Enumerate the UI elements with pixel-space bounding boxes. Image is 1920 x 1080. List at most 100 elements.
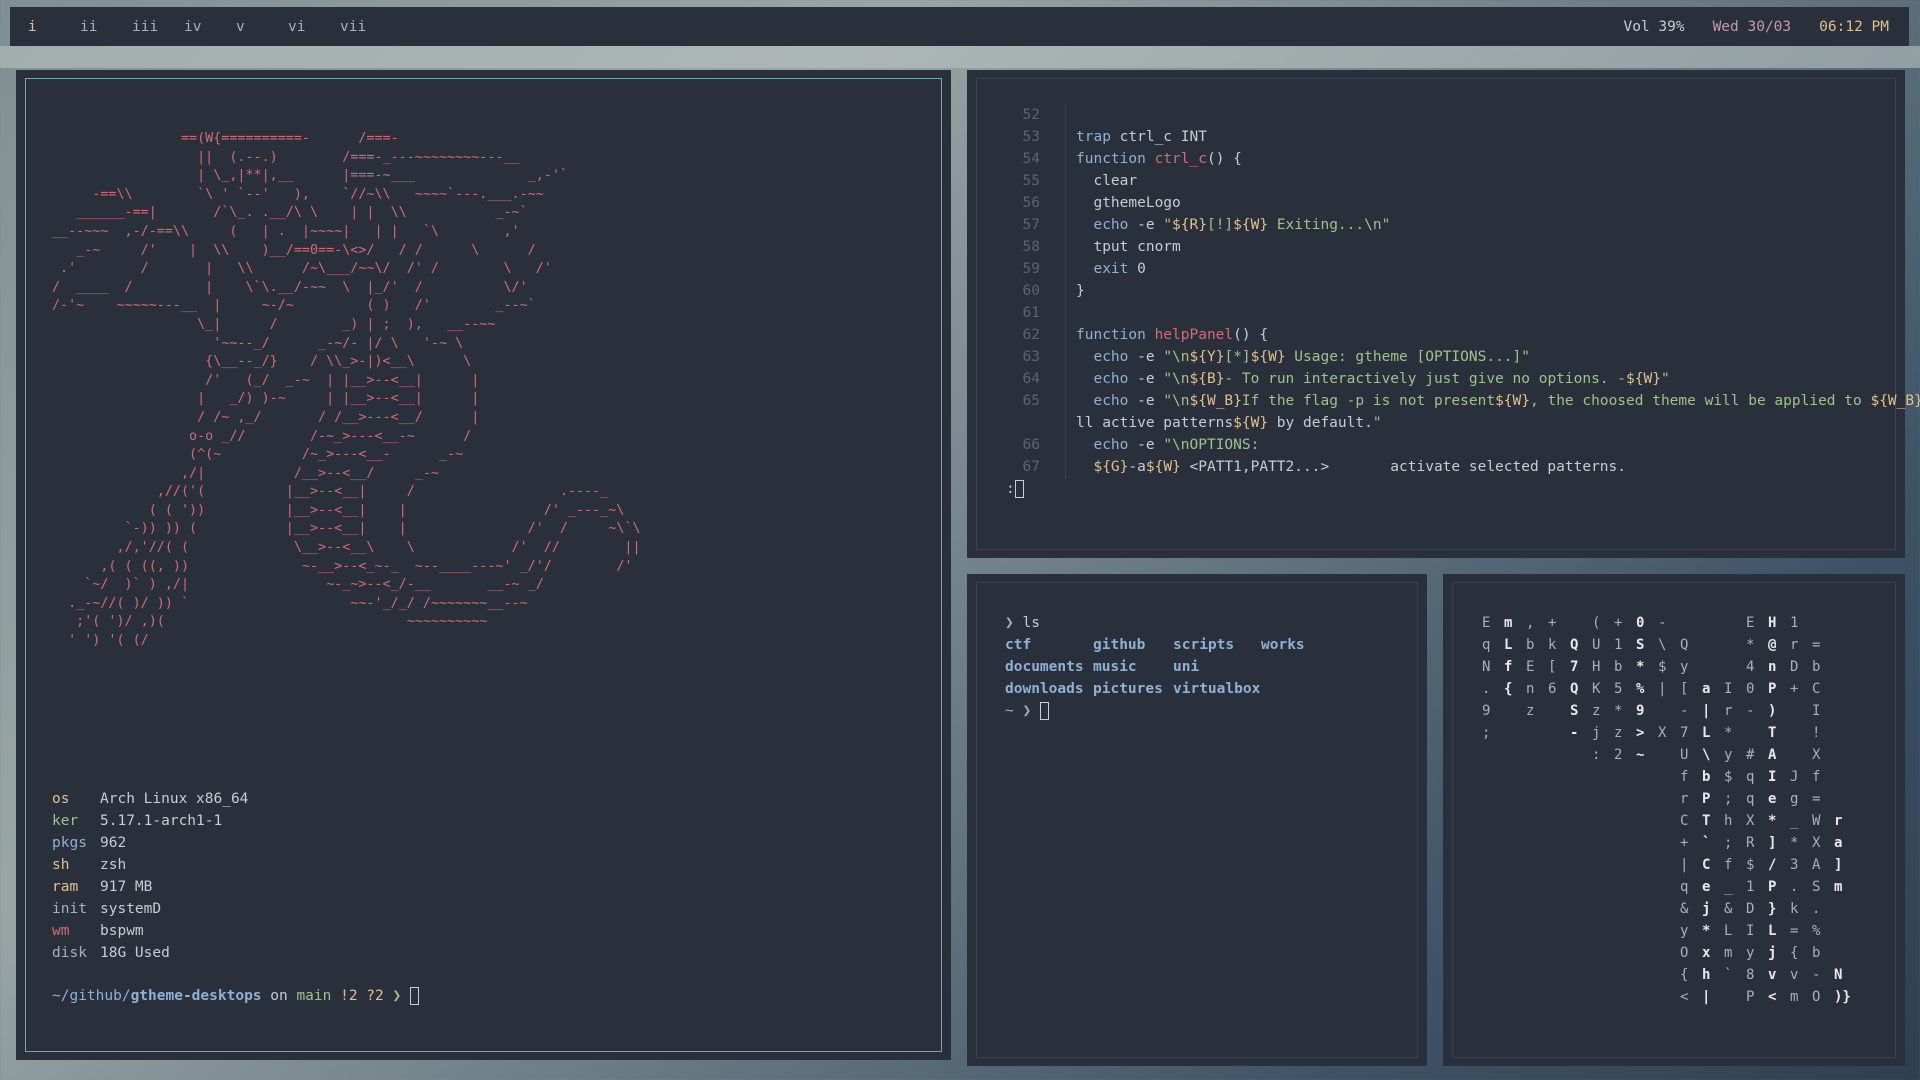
sysinfo-row-os: os Arch Linux x86_64 xyxy=(52,788,248,810)
sysinfo-key: init xyxy=(52,901,87,917)
sysinfo-value: systemD xyxy=(100,901,162,917)
ls-entry: scripts xyxy=(1173,637,1235,653)
volume-indicator[interactable]: Vol 39% xyxy=(1623,19,1684,35)
line-text: clear xyxy=(1076,173,1138,189)
matrix-column: + k [ 6 xyxy=(1548,615,1557,697)
ls-entry: works xyxy=(1261,637,1305,653)
command-cursor xyxy=(1014,480,1024,498)
sysinfo-row-pkgs: pkgs 962 xyxy=(52,832,248,854)
ascii-art-logo: ==(W{==========- /===- || (.--.) /===-_-… xyxy=(52,131,641,649)
matrix-column: ( U H K z j : xyxy=(1592,615,1601,763)
code-line: ll active patterns${W} by default." xyxy=(1000,412,1920,434)
sysinfo-key: ker xyxy=(52,813,79,829)
sysinfo-value: zsh xyxy=(100,857,127,873)
code-line: 53 trap ctrl_c INT xyxy=(1000,126,1920,148)
prompt-path-dir: gtheme-desktops xyxy=(130,988,262,1004)
line-number: 56 xyxy=(1022,195,1040,211)
ls-end-prompt[interactable]: ~ ❯ xyxy=(1005,700,1341,722)
ls-entry: downloads xyxy=(1005,681,1084,697)
line-number: 53 xyxy=(1022,129,1040,145)
workspace-7[interactable]: vii xyxy=(340,19,392,35)
code-line: 58 tput cnorm xyxy=(1000,236,1920,258)
matrix-column: 1 r D + J g _ * 3 . k = { v m xyxy=(1790,615,1799,1005)
matrix-column: Q y [ - 7 U f r C + | q & y O { < xyxy=(1680,637,1689,1005)
line-number: 67 xyxy=(1022,459,1040,475)
sysinfo-value: 962 xyxy=(100,835,127,851)
sysinfo-key: ram xyxy=(52,879,79,895)
ls-cursor xyxy=(1039,702,1049,720)
line-text: echo -e "\nOPTIONS: xyxy=(1093,437,1260,453)
code-line: 60} xyxy=(1000,280,1920,302)
line-text: echo -e "${R}[!]${W} Exiting...\n" xyxy=(1093,217,1391,233)
matrix-column: - \ $ | X xyxy=(1658,615,1667,741)
code-line: 62 function helpPanel() { xyxy=(1000,324,1920,346)
line-number xyxy=(1000,412,1076,434)
sysinfo-key: disk xyxy=(52,945,87,961)
text-cursor xyxy=(409,987,419,1005)
sysinfo-row-init: init systemD xyxy=(52,898,248,920)
ls-entry xyxy=(1261,656,1341,678)
line-number: 61 xyxy=(1022,305,1040,321)
date-indicator: Wed 30/03 xyxy=(1712,18,1792,35)
code-line: 61 xyxy=(1000,302,1920,324)
matrix-column: E * 4 0 - # q q X R $ 1 D I y 8 P xyxy=(1746,615,1755,1005)
matrix-column: m L f { xyxy=(1504,615,1513,697)
matrix-column: I r * y $ ; h ; f _ & L m ` xyxy=(1724,681,1733,983)
sysinfo-row-disk: disk 18G Used xyxy=(52,942,248,964)
ls-entries: ctf github scripts works documents music uni do… xyxy=(1005,634,1341,700)
sysinfo-value: 18G Used xyxy=(100,945,170,961)
workspace-3[interactable]: iii xyxy=(132,19,184,35)
ls-entry: ctf xyxy=(1005,637,1032,653)
matrix-column: , b E n z xyxy=(1526,615,1535,719)
ls-command: ls xyxy=(1022,615,1040,631)
ls-entry: uni xyxy=(1173,659,1200,675)
matrix-column: a | L \ b P T ` C e j * x h | xyxy=(1702,681,1711,1005)
line-number: 65 xyxy=(1022,393,1040,409)
line-number: 58 xyxy=(1022,239,1040,255)
prompt-git-status: !2 ?2 xyxy=(331,988,393,1004)
shell-prompt[interactable]: ~/github/gtheme-desktops on main !2 ?2 ❯ xyxy=(52,987,419,1005)
matrix-column: 0 S * % 9 > ~ xyxy=(1636,615,1645,763)
end-prompt-text: ~ ❯ xyxy=(1005,703,1040,719)
command-prompt: : xyxy=(1006,481,1015,497)
sysinfo-key: os xyxy=(52,791,70,807)
line-text: } xyxy=(1076,283,1085,299)
matrix-column: r a ] m N )} xyxy=(1834,813,1851,1005)
ls-entry: github xyxy=(1093,637,1146,653)
editor-command-line[interactable]: : xyxy=(1006,480,1024,498)
workspace-2[interactable]: ii xyxy=(80,19,132,35)
code-line: 65 echo -e "\n${W_B}If the flag -p is no… xyxy=(1000,390,1920,412)
line-number: 52 xyxy=(1022,107,1040,123)
ls-entry: virtualbox xyxy=(1173,681,1261,697)
line-text: function helpPanel() { xyxy=(1076,327,1269,343)
matrix-column: = b C I ! X f = W X A S . % b - O xyxy=(1812,637,1821,1005)
line-text: tput cnorm xyxy=(1076,239,1181,255)
line-text: ${G}-a${W} <PATT1,PATT2...> activate sel… xyxy=(1093,459,1626,475)
workspace-4[interactable]: iv xyxy=(184,19,236,35)
sysinfo-row-sh: sh zsh xyxy=(52,854,248,876)
ls-entry xyxy=(1261,678,1341,700)
workspace-6[interactable]: vi xyxy=(288,19,340,35)
code-view[interactable]: 52 53 trap ctrl_c INT 54 function ctrl_c() {… xyxy=(1000,104,1920,478)
line-text: function ctrl_c() { xyxy=(1076,151,1242,167)
code-line: 66 echo -e "\nOPTIONS: xyxy=(1000,434,1920,456)
wallpaper-top xyxy=(0,46,1920,68)
sysinfo-value: 917 MB xyxy=(100,879,153,895)
ls-output: ❯ ls ctf github scripts works documents music… xyxy=(1005,612,1341,722)
workspace-1[interactable]: i xyxy=(28,19,80,35)
code-line: 54 function ctrl_c() { xyxy=(1000,148,1920,170)
sysinfo-value: bspwm xyxy=(100,923,144,939)
sysinfo-row-ram: ram 917 MB xyxy=(52,876,248,898)
code-line: 67 ${G}-a${W} <PATT1,PATT2...> activate … xyxy=(1000,456,1920,478)
matrix-column: Q 7 Q S - xyxy=(1570,637,1579,741)
status-area: Vol 39% Wed 30/03 06:12 PM xyxy=(1623,19,1889,35)
matrix-column: E q N . 9 ; xyxy=(1482,615,1491,741)
workspace-5[interactable]: v xyxy=(236,19,288,35)
prompt-path-prefix: ~/github/ xyxy=(52,988,131,1004)
ls-command-line: ❯ ls xyxy=(1005,612,1341,634)
code-line: 57 echo -e "${R}[!]${W} Exiting...\n" xyxy=(1000,214,1920,236)
clock: 06:12 PM xyxy=(1819,18,1889,35)
prompt-on: on xyxy=(261,988,297,1004)
line-text: echo -e "\n${Y}[*]${W} Usage: gtheme [OP… xyxy=(1093,349,1530,365)
matrix-column: + 1 b 5 * z 2 xyxy=(1614,615,1623,763)
